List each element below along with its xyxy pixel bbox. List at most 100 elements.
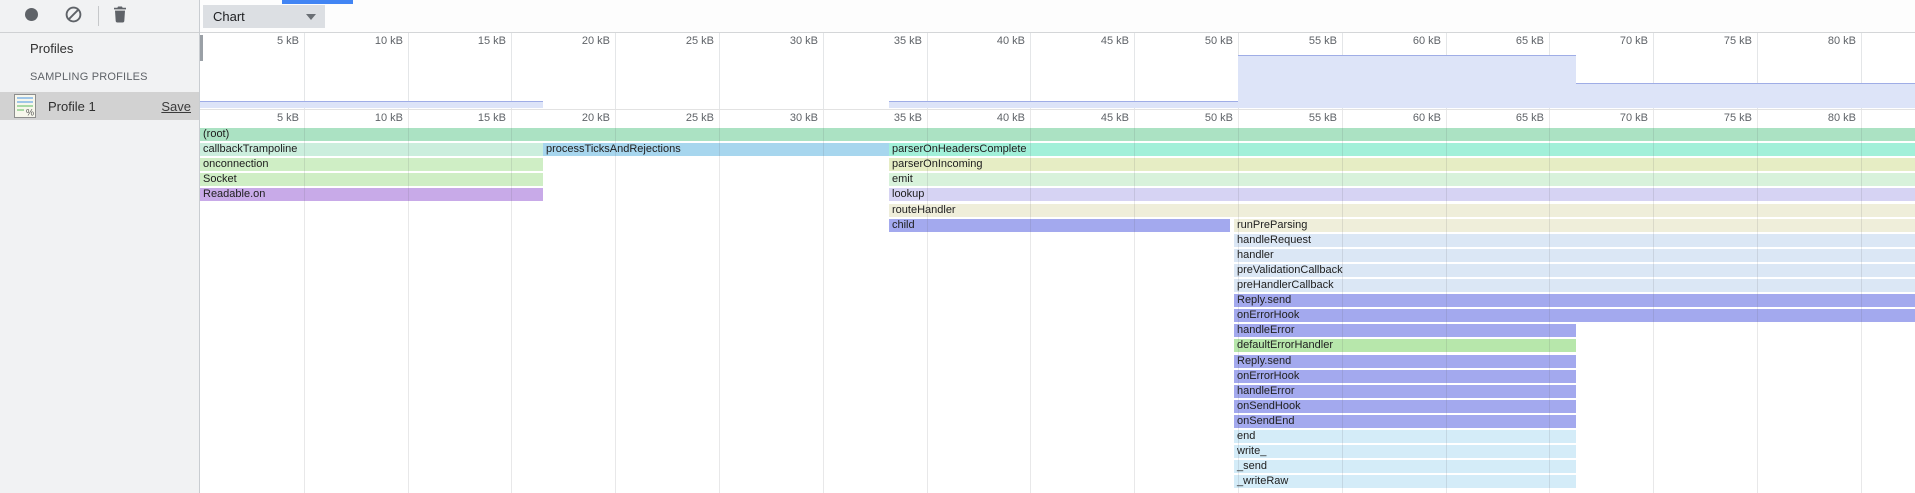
record-button[interactable] — [16, 3, 46, 29]
overview-ruler-tick-label: 20 kB — [582, 35, 610, 47]
memory-overview-pane[interactable]: 5 kB10 kB15 kB20 kB25 kB30 kB35 kB40 kB4… — [200, 33, 1915, 110]
flame-bar-_writeRaw[interactable]: _writeRaw — [1234, 475, 1576, 488]
trash-icon — [112, 6, 128, 26]
view-mode-select[interactable]: Chart — [203, 5, 325, 28]
view-mode-value: Chart — [213, 9, 306, 24]
gridline — [927, 33, 928, 109]
flame-bar-runPreParsing[interactable]: runPreParsing — [1234, 219, 1915, 232]
flame-bar-onconnection[interactable]: onconnection — [200, 158, 543, 171]
overview-ruler-tick-label: 25 kB — [686, 35, 714, 47]
flame-bar-handler[interactable]: handler — [1234, 249, 1915, 262]
flame-bar-processTicksAndRejections[interactable]: processTicksAndRejections — [543, 143, 889, 156]
profile-name: Profile 1 — [48, 99, 161, 114]
flame-ruler-tick-label: 35 kB — [894, 112, 922, 124]
profiler-main-pane: Chart 5 kB 10 kB 15 kB 20 kB 25 kB 30 kB 35 kB… — [200, 0, 1915, 493]
overview-ruler-tick-label: 70 kB — [1620, 35, 1648, 47]
flame-ruler-tick-label: 50 kB — [1205, 112, 1233, 124]
flame-bar-child[interactable]: child — [889, 219, 1230, 232]
flame-ruler-tick-label: 80 kB — [1828, 112, 1856, 124]
flame-bar-handleRequest[interactable]: handleRequest — [1234, 234, 1915, 247]
overview-ruler-tick-label: 60 kB — [1413, 35, 1441, 47]
flame-ruler-tick-label: 30 kB — [790, 112, 818, 124]
flame-bar-defaultErrorHandler[interactable]: defaultErrorHandler — [1234, 339, 1576, 352]
overview-memory-step — [1576, 83, 1915, 108]
profiles-title: Profiles — [30, 41, 73, 56]
gridline — [719, 33, 720, 109]
overview-scrollbar[interactable] — [200, 35, 203, 61]
chevron-down-icon — [306, 14, 316, 20]
flame-ruler-tick-label: 75 kB — [1724, 112, 1752, 124]
gridline — [304, 33, 305, 109]
overview-ruler-tick-label: 5 kB — [277, 35, 299, 47]
flame-ruler-tick-label: 10 kB — [375, 112, 403, 124]
flame-bar-end[interactable]: end — [1234, 430, 1576, 443]
flame-ruler-tick-label: 40 kB — [997, 112, 1025, 124]
overview-ruler-tick-label: 65 kB — [1516, 35, 1544, 47]
clear-profiles-button[interactable] — [58, 3, 88, 29]
overview-ruler-tick-label: 80 kB — [1828, 35, 1856, 47]
flame-ruler-tick-label: 15 kB — [478, 112, 506, 124]
gridline — [511, 33, 512, 109]
flame-chart: 5 kB 10 kB 15 kB 20 kB 25 kB 30 kB 35 kB 40 kB 4… — [200, 110, 1915, 493]
memory-profiler-panel: Profiles SAMPLING PROFILES % Profile 1 S… — [0, 0, 1915, 493]
overview-ruler-tick-label: 55 kB — [1309, 35, 1337, 47]
view-header: Chart — [200, 0, 1915, 33]
block-icon — [65, 6, 82, 26]
save-profile-link[interactable]: Save — [161, 99, 191, 114]
flame-bar-lookup[interactable]: lookup — [889, 188, 1915, 201]
flame-ruler-tick-label: 5 kB — [277, 112, 299, 124]
overview-memory-step — [1238, 55, 1576, 108]
flame-ruler-tick-label: 45 kB — [1101, 112, 1129, 124]
flame-bar-write_[interactable]: write_ — [1234, 445, 1576, 458]
gridline — [1134, 33, 1135, 109]
delete-profile-button[interactable] — [105, 3, 135, 29]
overview-ruler-tick-label: 40 kB — [997, 35, 1025, 47]
flame-bar-onSendHook[interactable]: onSendHook — [1234, 400, 1576, 413]
flame-ruler-tick-label: 70 kB — [1620, 112, 1648, 124]
flame-ruler-tick-label: 65 kB — [1516, 112, 1544, 124]
flame-ruler-tick-label: 55 kB — [1309, 112, 1337, 124]
flame-bar-onErrorHook[interactable]: onErrorHook — [1234, 370, 1576, 383]
profile-list-item[interactable]: % Profile 1 Save — [0, 92, 199, 120]
flame-bar-_send[interactable]: _send — [1234, 460, 1576, 473]
overview-ruler-tick-label: 75 kB — [1724, 35, 1752, 47]
gridline — [823, 33, 824, 109]
svg-text:%: % — [26, 108, 34, 118]
flame-bar-parserOnHeadersComplete[interactable]: parserOnHeadersComplete — [889, 143, 1915, 156]
flame-bar-onErrorHook[interactable]: onErrorHook — [1234, 309, 1915, 322]
flame-chart-ruler: 5 kB 10 kB 15 kB 20 kB 25 kB 30 kB 35 kB 40 kB 4… — [200, 110, 1915, 128]
flame-bar-preHandlerCallback[interactable]: preHandlerCallback — [1234, 279, 1915, 292]
record-icon — [24, 7, 39, 25]
flame-chart-rows: (root) callbackTrampolineprocessTicksAndR… — [200, 128, 1915, 493]
flame-ruler-tick-label: 60 kB — [1413, 112, 1441, 124]
flame-bar-callbackTrampoline[interactable]: callbackTrampoline — [200, 143, 543, 156]
flame-bar-root[interactable]: (root) — [200, 128, 1915, 141]
toolbar-separator — [98, 6, 99, 26]
flame-bar-routeHandler[interactable]: routeHandler — [889, 204, 1915, 217]
flame-bar-emit[interactable]: emit — [889, 173, 1915, 186]
flame-bar-Readable.on[interactable]: Readable.on — [200, 188, 543, 201]
overview-memory-step — [889, 101, 1238, 108]
overview-memory-step — [200, 101, 543, 108]
profile-document-icon: % — [14, 94, 36, 118]
overview-ruler-tick-label: 30 kB — [790, 35, 818, 47]
flame-bar-handleError[interactable]: handleError — [1234, 324, 1576, 337]
flame-ruler-tick-label: 20 kB — [582, 112, 610, 124]
flame-bar-Reply.send[interactable]: Reply.send — [1234, 294, 1915, 307]
sampling-profiles-heading: SAMPLING PROFILES — [30, 71, 148, 83]
profiles-sidebar: Profiles SAMPLING PROFILES % Profile 1 S… — [0, 0, 200, 493]
flame-bar-handleError[interactable]: handleError — [1234, 385, 1576, 398]
overview-ruler-tick-label: 45 kB — [1101, 35, 1129, 47]
profiles-toolbar — [0, 0, 199, 33]
overview-ruler-tick-label: 15 kB — [478, 35, 506, 47]
flame-bar-preValidationCallback[interactable]: preValidationCallback — [1234, 264, 1915, 277]
flame-bar-onSendEnd[interactable]: onSendEnd — [1234, 415, 1576, 428]
gridline — [1030, 33, 1031, 109]
overview-ruler-tick-label: 50 kB — [1205, 35, 1233, 47]
flame-bar-parserOnIncoming[interactable]: parserOnIncoming — [889, 158, 1915, 171]
overview-ruler-tick-label: 35 kB — [894, 35, 922, 47]
gridline — [408, 33, 409, 109]
flame-ruler-tick-label: 25 kB — [686, 112, 714, 124]
flame-bar-Reply.send[interactable]: Reply.send — [1234, 355, 1576, 368]
flame-bar-Socket[interactable]: Socket — [200, 173, 543, 186]
